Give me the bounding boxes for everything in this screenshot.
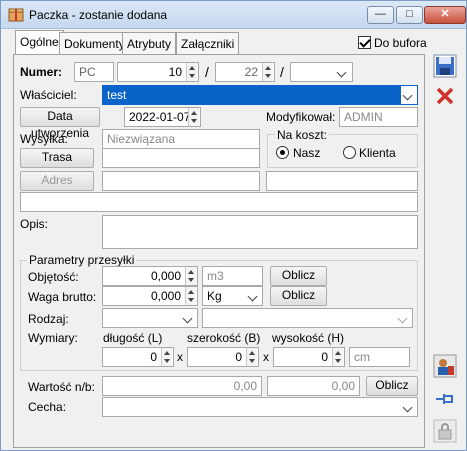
width-label: szerokość (B)	[187, 331, 261, 345]
weight-input[interactable]: 0,000	[102, 286, 198, 306]
minimize-button[interactable]: —	[367, 6, 394, 24]
to-buffer-checkbox[interactable]	[358, 36, 371, 49]
cost-client-label: Klienta	[359, 146, 396, 160]
type-label: Rodzaj:	[28, 312, 69, 326]
cost-ours-radio[interactable]	[276, 146, 289, 159]
owner-select[interactable]: test	[102, 85, 418, 105]
type-detail-select[interactable]	[202, 308, 413, 328]
width-spinner[interactable]	[246, 348, 257, 366]
address-input[interactable]	[102, 171, 260, 191]
volume-unit: m3	[202, 266, 263, 286]
to-buffer-label: Do bufora	[374, 36, 427, 50]
save-icon[interactable]	[433, 54, 457, 78]
length-spinner[interactable]	[161, 348, 172, 366]
tab-zalaczniki[interactable]: Załączniki	[176, 32, 240, 54]
value-net: 0,00	[102, 376, 262, 396]
maximize-button[interactable]: □	[396, 6, 423, 24]
modified-label: Modyfikował:	[266, 110, 336, 124]
route-input[interactable]	[102, 148, 260, 168]
volume-calc-button[interactable]: Oblicz	[270, 266, 327, 286]
pin-icon[interactable]	[433, 387, 457, 411]
height-spinner[interactable]	[332, 348, 343, 366]
package-icon	[8, 8, 24, 22]
cost-ours-label: Nasz	[293, 146, 321, 160]
weight-label: Waga brutto:	[28, 290, 97, 304]
address-input-2[interactable]	[266, 171, 418, 191]
type-dropdown-icon[interactable]	[181, 309, 197, 327]
series-dropdown-icon[interactable]	[335, 63, 351, 81]
volume-input[interactable]: 0,000	[102, 266, 198, 286]
value-calc-button[interactable]: Oblicz	[366, 376, 418, 396]
cost-label: Na koszt:	[275, 128, 330, 142]
numer-spinner[interactable]	[186, 63, 197, 81]
feature-label: Cecha:	[28, 400, 67, 414]
description-label: Opis:	[20, 217, 49, 231]
numer-separator: /	[205, 64, 209, 80]
title-bar: Paczka - zostanie dodana — □ ✕	[1, 1, 466, 29]
shipment-value: Niezwiązana	[102, 129, 260, 149]
value-label: Wartość n/b:	[28, 380, 95, 394]
dimensions-unit: cm	[349, 347, 410, 367]
numer-prefix: PC	[74, 62, 114, 82]
route-button[interactable]: Trasa	[20, 148, 94, 168]
address-line-input[interactable]	[20, 192, 418, 212]
params-title: Parametry przesyłki	[27, 253, 137, 267]
tab-dokumenty[interactable]: Dokumenty	[59, 32, 130, 54]
type-detail-dropdown-icon[interactable]	[396, 309, 412, 327]
creation-date-spinner[interactable]	[188, 108, 199, 126]
description-input[interactable]	[102, 215, 418, 249]
window-title: Paczka - zostanie dodana	[29, 8, 168, 22]
height-label: wysokość (H)	[272, 331, 345, 345]
volume-label: Objętość:	[28, 270, 79, 284]
owner-dropdown-icon[interactable]	[401, 86, 417, 104]
weight-spinner[interactable]	[185, 287, 196, 305]
shipment-label: Wysyłka:	[20, 132, 68, 146]
owner-label: Właściciel:	[20, 88, 77, 102]
user-assign-icon[interactable]	[433, 354, 457, 378]
cost-client-radio[interactable]	[343, 146, 356, 159]
dim-x-1: x	[177, 350, 183, 364]
tab-atrybuty[interactable]: Atrybuty	[122, 32, 177, 54]
window: Paczka - zostanie dodana — □ ✕ Ogólne Do…	[0, 0, 467, 451]
creation-date-button[interactable]: Data utworzenia	[20, 107, 100, 140]
value-gross: 0,00	[267, 376, 360, 396]
address-button[interactable]: Adres	[20, 171, 94, 191]
close-button[interactable]: ✕	[424, 6, 466, 24]
numer-separator-2: /	[280, 64, 284, 80]
cancel-icon[interactable]	[433, 84, 457, 108]
weight-unit-dropdown-icon[interactable]	[246, 287, 262, 305]
feature-select[interactable]	[102, 397, 418, 417]
tab-ogolne[interactable]: Ogólne	[15, 30, 64, 54]
feature-dropdown-icon[interactable]	[401, 398, 417, 416]
dim-x-2: x	[263, 350, 269, 364]
volume-spinner[interactable]	[185, 267, 196, 285]
lock-icon[interactable]	[433, 419, 457, 443]
length-label: długość (L)	[103, 331, 163, 345]
weight-calc-button[interactable]: Oblicz	[270, 286, 327, 306]
modified-value: ADMIN	[339, 107, 418, 127]
numer-month-spinner[interactable]	[262, 63, 273, 81]
numer-label: Numer:	[20, 65, 63, 79]
dimensions-label: Wymiary:	[28, 331, 78, 345]
